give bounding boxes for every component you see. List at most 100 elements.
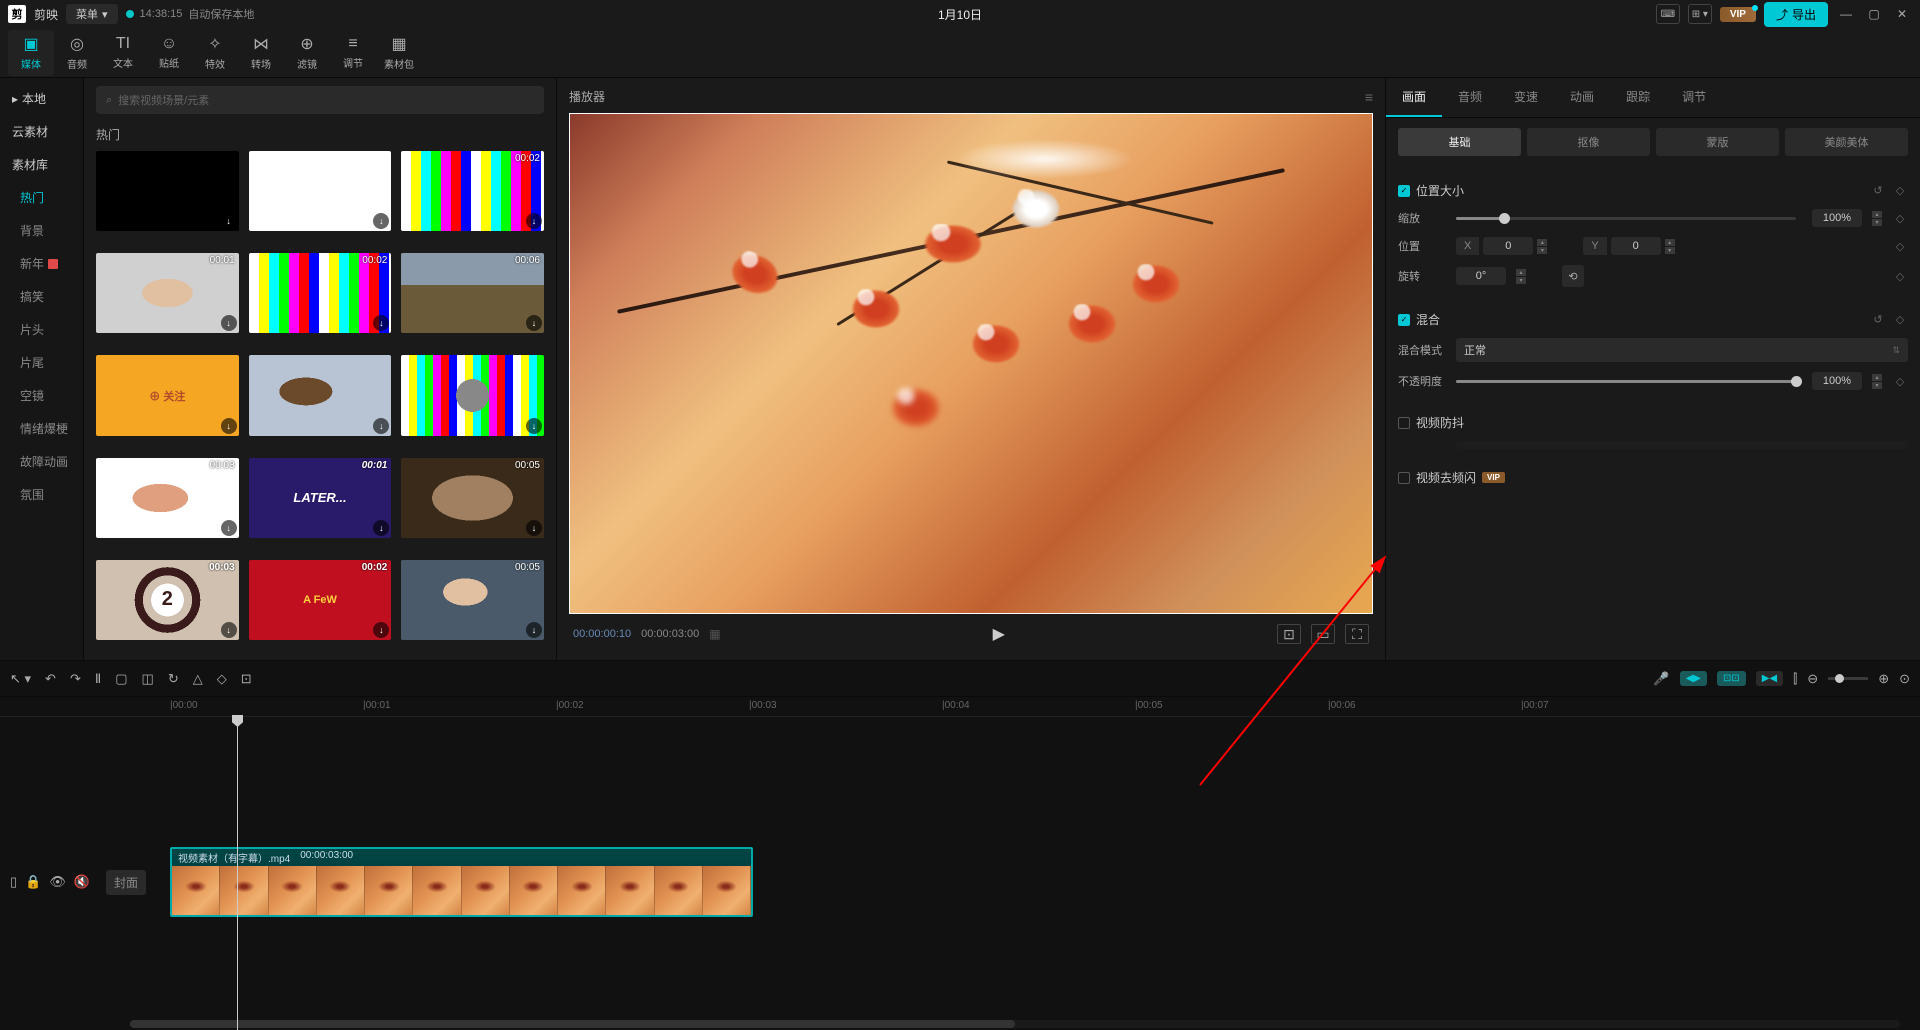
category-贴纸[interactable]: ☺贴纸 [146,30,192,76]
timecode-menu-icon[interactable]: ▦ [709,627,720,641]
sidebar-item-氛围[interactable]: 氛围 [0,478,83,511]
reverse-icon[interactable]: ↻ [168,671,179,687]
media-thumb[interactable]: 00:01↓ [96,253,239,333]
media-thumb[interactable]: ↓ [249,355,392,435]
track-visible-icon[interactable]: 👁 [49,874,66,890]
mic-icon[interactable]: 🎤 [1653,671,1669,687]
media-thumb[interactable]: 00:02↓ [249,253,392,333]
download-icon[interactable]: ↓ [221,315,237,331]
crop-icon[interactable]: ◫ [142,671,154,687]
download-icon[interactable]: ↓ [526,622,542,638]
media-thumb[interactable]: 00:03↓ [96,458,239,538]
category-转场[interactable]: ⋈转场 [238,30,284,76]
spin-down[interactable]: ▾ [1872,219,1882,226]
timeline-scrollbar[interactable] [130,1020,1900,1028]
rotate-input[interactable]: 0° [1456,267,1506,285]
blend-mode-select[interactable]: 正常 ⇅ [1456,338,1908,362]
media-thumb[interactable]: 00:02↓ [401,151,544,231]
inspector-tab-画面[interactable]: 画面 [1386,78,1442,117]
cover-button[interactable]: 封面 [106,870,146,895]
sidebar-item-新年[interactable]: 新年 [0,247,83,280]
track-mute-icon[interactable]: 🔇 [74,874,90,890]
zoom-out-icon[interactable]: ⊖ [1807,671,1818,687]
search-input[interactable]: ⌕ 搜索视频场景/元素 [96,86,544,114]
layout-icon[interactable]: ⊞ ▾ [1688,4,1712,24]
sub-tab-基础[interactable]: 基础 [1398,128,1521,156]
media-thumb[interactable]: 00:05↓ [401,458,544,538]
redo-icon[interactable]: ↷ [70,671,81,687]
split-icon[interactable]: Ⅱ [95,671,101,687]
keyframe-icon[interactable]: ◇ [1892,312,1908,328]
fit-icon[interactable]: ⊙ [1899,671,1910,687]
sidebar-group-云素材[interactable]: 云素材 [0,115,83,148]
track-collapse-icon[interactable]: ▯ [10,874,17,890]
sidebar-item-故障动画[interactable]: 故障动画 [0,445,83,478]
category-媒体[interactable]: ▣媒体 [8,30,54,76]
media-thumb[interactable]: 00:01LATER...↓ [249,458,392,538]
zoom-slider[interactable] [1828,677,1868,680]
keyframe-icon[interactable]: ◇ [1892,183,1908,199]
category-滤镜[interactable]: ⊕滤镜 [284,30,330,76]
download-icon[interactable]: ↓ [526,315,542,331]
media-thumb[interactable]: 00:06↓ [401,253,544,333]
undo-icon[interactable]: ↶ [45,671,56,687]
pos-x-input[interactable]: 0 [1483,237,1533,255]
media-thumb[interactable]: ↓ [249,151,392,231]
safe-zone-icon[interactable]: ⊡ [1277,624,1301,644]
checkbox-on-icon[interactable]: ✓ [1398,314,1410,326]
category-特效[interactable]: ✧特效 [192,30,238,76]
zoom-in-icon[interactable]: ⊕ [1878,671,1889,687]
sub-tab-抠像[interactable]: 抠像 [1527,128,1650,156]
scale-slider[interactable] [1456,217,1796,220]
media-thumb[interactable]: ↓ [401,355,544,435]
timeline-ruler[interactable]: |00:00|00:01|00:02|00:03|00:04|00:05|00:… [0,697,1920,717]
checkbox-off-icon[interactable] [1398,417,1410,429]
download-icon[interactable]: ↓ [373,213,389,229]
video-clip[interactable]: 视频素材（有字幕）.mp4 00:00:03:00 [170,847,753,917]
download-icon[interactable]: ↓ [373,418,389,434]
reset-icon[interactable]: ↺ [1870,312,1886,328]
sub-tab-美颜美体[interactable]: 美颜美体 [1785,128,1908,156]
sidebar-item-情绪爆梗[interactable]: 情绪爆梗 [0,412,83,445]
delete-icon[interactable]: ▢ [115,671,127,687]
download-icon[interactable]: ↓ [221,520,237,536]
crop2-icon[interactable]: ⊡ [241,671,252,687]
link-toggle[interactable]: ▶◀ [1756,671,1783,686]
opacity-value[interactable]: 100% [1812,372,1862,390]
fullscreen-icon[interactable]: ⛶ [1345,624,1369,644]
sidebar-item-热门[interactable]: 热门 [0,181,83,214]
sidebar-item-片头[interactable]: 片头 [0,313,83,346]
download-icon[interactable]: ↓ [526,520,542,536]
media-thumb[interactable]: ⊕ 关注↓ [96,355,239,435]
category-调节[interactable]: ≡调节 [330,30,376,76]
player-viewport[interactable] [569,113,1373,614]
inspector-tab-音频[interactable]: 音频 [1442,78,1498,117]
player-menu-icon[interactable]: ≡ [1365,89,1373,105]
main-menu-button[interactable]: 菜单▾ [66,4,118,24]
reset-icon[interactable]: ↺ [1870,183,1886,199]
category-素材包[interactable]: ▦素材包 [376,30,422,76]
download-icon[interactable]: ↓ [526,213,542,229]
playhead[interactable] [237,717,238,1030]
align-icon[interactable]: ⫿ [1793,671,1797,687]
sidebar-item-背景[interactable]: 背景 [0,214,83,247]
maximize-button[interactable]: ▢ [1864,4,1884,24]
scale-value[interactable]: 100% [1812,209,1862,227]
keyframe-icon[interactable]: ◇ [1892,210,1908,226]
play-button[interactable]: ▶ [993,624,1005,644]
sidebar-item-片尾[interactable]: 片尾 [0,346,83,379]
track-lock-icon[interactable]: 🔒 [25,874,41,890]
mirror-icon[interactable]: △ [193,671,203,687]
download-icon[interactable]: ↓ [221,418,237,434]
inspector-tab-跟踪[interactable]: 跟踪 [1610,78,1666,117]
sidebar-item-空镜[interactable]: 空镜 [0,379,83,412]
checkbox-on-icon[interactable]: ✓ [1398,185,1410,197]
ratio-icon[interactable]: ▭ [1311,624,1335,644]
download-icon[interactable]: ↓ [221,622,237,638]
keyframe-icon[interactable]: ◇ [1892,238,1908,254]
flip-icon[interactable]: ⟲ [1562,265,1584,287]
rotate-icon[interactable]: ◇ [217,671,227,687]
shortcut-icon[interactable]: ⌨ [1656,4,1680,24]
track-auto[interactable]: ⊡⊡ [1717,671,1746,686]
pointer-tool[interactable]: ↖ ▾ [10,671,31,687]
